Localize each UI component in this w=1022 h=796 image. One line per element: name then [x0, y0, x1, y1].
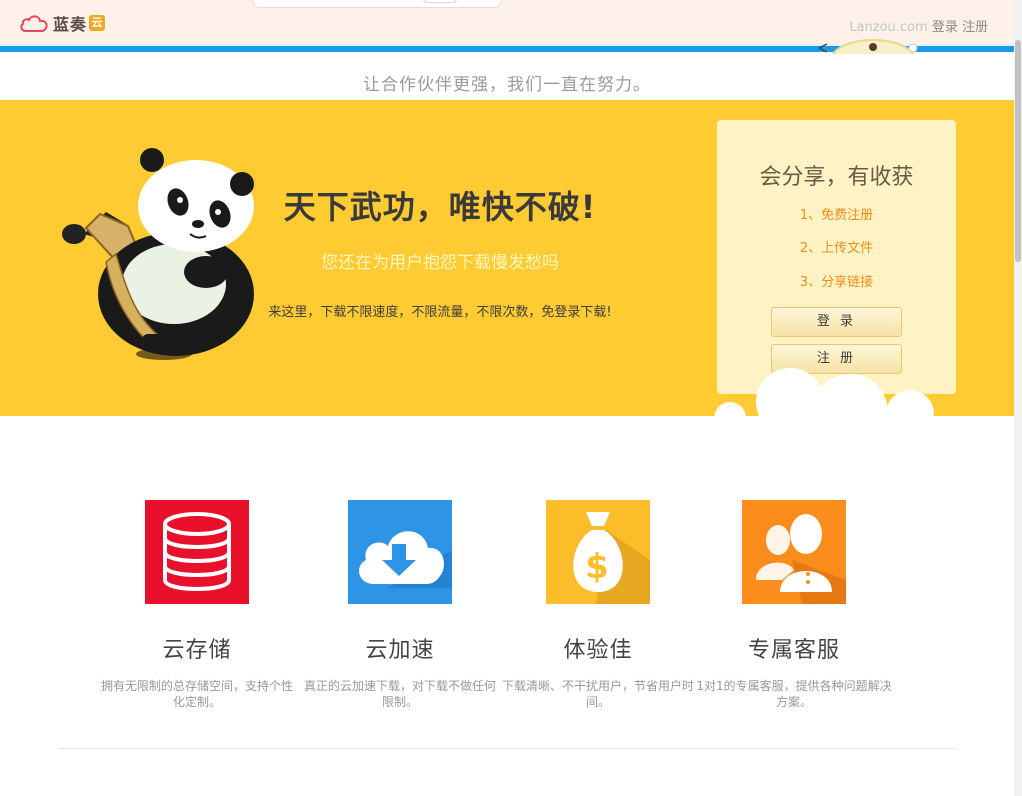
brand-name: 蓝奏 [53, 15, 88, 34]
login-button[interactable]: 登 录 [771, 307, 902, 337]
brand-badge: 云 [89, 15, 106, 31]
cloud-download-icon [348, 500, 452, 604]
section-divider [58, 748, 956, 749]
svg-text:$: $ [585, 547, 609, 587]
banner-subtitle: 您还在为用户抱怨下载慢发愁吗 [321, 253, 559, 273]
site-logo[interactable]: 蓝奏 云 [18, 11, 106, 35]
page: 蓝奏 云 Lanzou.com 登录 注册 让合作伙伴更强，我们一直在努力。 天… [0, 0, 1022, 796]
scrollbar-thumb[interactable] [1015, 40, 1021, 262]
feature-desc: 真正的云加速下载，对下载不做任何限制。 [303, 679, 496, 709]
clouds-decoration-icon [714, 368, 934, 416]
database-icon [145, 500, 249, 604]
page-scrollbar[interactable] [1014, 0, 1022, 796]
money-bag-icon: $ [546, 500, 650, 604]
users-icon [742, 500, 846, 604]
share-step-share-link: 3、分享链接 [799, 275, 874, 290]
feature-cloud-acceleration: 云加速 真正的云加速下载，对下载不做任何限制。 [298, 500, 502, 710]
feature-name: 专属客服 [747, 638, 840, 663]
feature-desc: 下载清晰、不干扰用户，节省用户时间。 [501, 679, 694, 709]
feature-name: 体验佳 [563, 638, 633, 663]
mascot-peek-icon [818, 39, 918, 54]
login-link[interactable]: 登录 [932, 20, 958, 35]
header-links: Lanzou.com 登录 注册 [849, 16, 988, 35]
search-button[interactable] [423, 0, 457, 3]
feature-desc: 1对1的专属客服，提供各种问题解决方案。 [696, 679, 892, 709]
feature-cloud-storage: 云存储 拥有无限制的总存储空间，支持个性化定制。 [95, 500, 299, 710]
search-input[interactable] [252, 0, 502, 8]
site-domain: Lanzou.com [849, 20, 928, 35]
share-step-register: 1、免费注册 [799, 208, 874, 223]
kungfu-panda-icon [62, 148, 254, 360]
share-card: 会分享，有收获 1、免费注册 2、上传文件 3、分享链接 登 录 注 册 [717, 120, 956, 394]
feature-name: 云存储 [162, 638, 232, 663]
cloud-logo-icon [20, 15, 48, 32]
banner-title: 天下武功，唯快不破! [283, 188, 597, 226]
feature-good-experience: $ 体验佳 下载清晰、不干扰用户，节省用户时间。 [496, 500, 700, 710]
hero-banner: 天下武功，唯快不破! 您还在为用户抱怨下载慢发愁吗 来这里，下载不限速度，不限流… [0, 100, 1014, 416]
register-link[interactable]: 注册 [962, 20, 988, 35]
share-title: 会分享，有收获 [759, 165, 914, 190]
banner-description: 来这里，下载不限速度，不限流量，不限次数，免登录下载! [268, 305, 612, 320]
feature-name: 云加速 [365, 638, 435, 663]
share-step-upload: 2、上传文件 [799, 241, 874, 256]
feature-dedicated-support: 专属客服 1对1的专属客服，提供各种问题解决方案。 [692, 500, 896, 710]
tagline: 让合作伙伴更强，我们一直在努力。 [363, 75, 651, 95]
feature-desc: 拥有无限制的总存储空间，支持个性化定制。 [100, 679, 293, 709]
